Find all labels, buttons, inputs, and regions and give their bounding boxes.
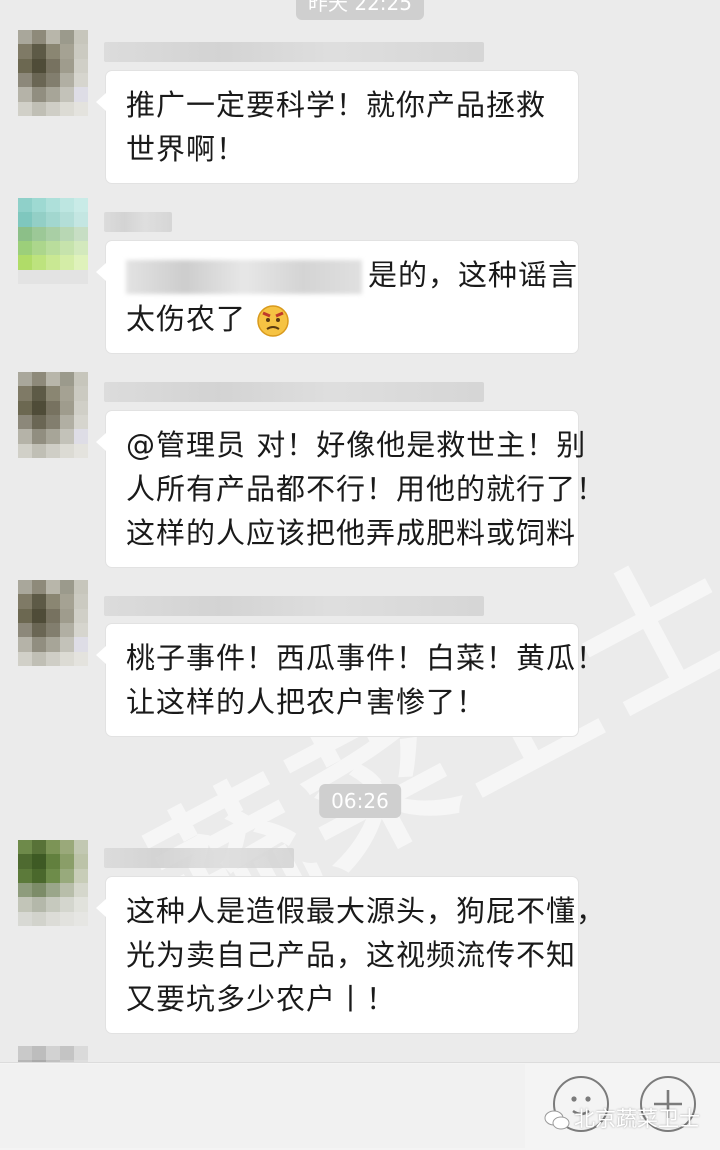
message-bubble[interactable]: 推广一定要科学！就你产品拯救世界啊！ bbox=[96, 70, 579, 184]
message-text: @管理员 对！好像他是救世主！别 bbox=[126, 428, 587, 462]
avatar[interactable] bbox=[18, 580, 88, 666]
mention-blurred bbox=[126, 260, 362, 294]
timestamp-mid: 06:26 bbox=[319, 784, 401, 818]
message-input[interactable] bbox=[0, 1064, 525, 1148]
avatar[interactable] bbox=[18, 30, 88, 116]
message-bubble[interactable]: 桃子事件！西瓜事件！白菜！黄瓜！ 让这样的人把农户害惨了！ bbox=[96, 623, 607, 737]
message-text: 桃子事件！西瓜事件！白菜！黄瓜！ bbox=[126, 641, 607, 675]
message-text: 是的，这种谣言 bbox=[368, 258, 579, 292]
message-text: 这种人是造假最大源头，狗屁不懂， bbox=[126, 894, 607, 928]
wechat-logo-icon bbox=[544, 1110, 570, 1130]
message-text: 又要坑多少农户丨！ bbox=[126, 982, 397, 1016]
message-text: 这样的人应该把他弄成肥料或饲料 bbox=[126, 516, 577, 550]
corner-watermark: 北京蔬菜卫士 bbox=[544, 1103, 700, 1133]
message-text: 光为卖自己产品，这视频流传不知 bbox=[126, 938, 577, 972]
sender-name-blurred bbox=[104, 382, 484, 402]
corner-watermark-text: 北京蔬菜卫士 bbox=[574, 1107, 700, 1131]
avatar[interactable] bbox=[18, 372, 88, 458]
message-text: 让这样的人把农户害惨了！ bbox=[126, 685, 487, 719]
sender-name-blurred bbox=[104, 42, 484, 62]
message-text: 太伤农了 bbox=[126, 302, 247, 336]
message-bubble[interactable]: 这种人是造假最大源头，狗屁不懂， 光为卖自己产品，这视频流传不知 又要坑多少农户… bbox=[96, 876, 607, 1034]
sender-name-blurred bbox=[104, 212, 172, 232]
message-text: 人所有产品都不行！用他的就行了！ bbox=[126, 472, 607, 506]
avatar[interactable] bbox=[18, 198, 88, 284]
message-bubble[interactable]: 是的，这种谣言 太伤农了 bbox=[96, 240, 579, 354]
avatar[interactable] bbox=[18, 840, 88, 926]
message-text: 推广一定要科学！就你产品拯救世界啊！ bbox=[126, 88, 547, 166]
angry-face-emoji-icon bbox=[257, 305, 289, 337]
timestamp-top: 昨天 22:25 bbox=[296, 0, 424, 20]
sender-name-blurred bbox=[104, 596, 484, 616]
sender-name-blurred bbox=[104, 848, 294, 868]
message-bubble[interactable]: @管理员 对！好像他是救世主！别 人所有产品都不行！用他的就行了！ 这样的人应该… bbox=[96, 410, 607, 568]
